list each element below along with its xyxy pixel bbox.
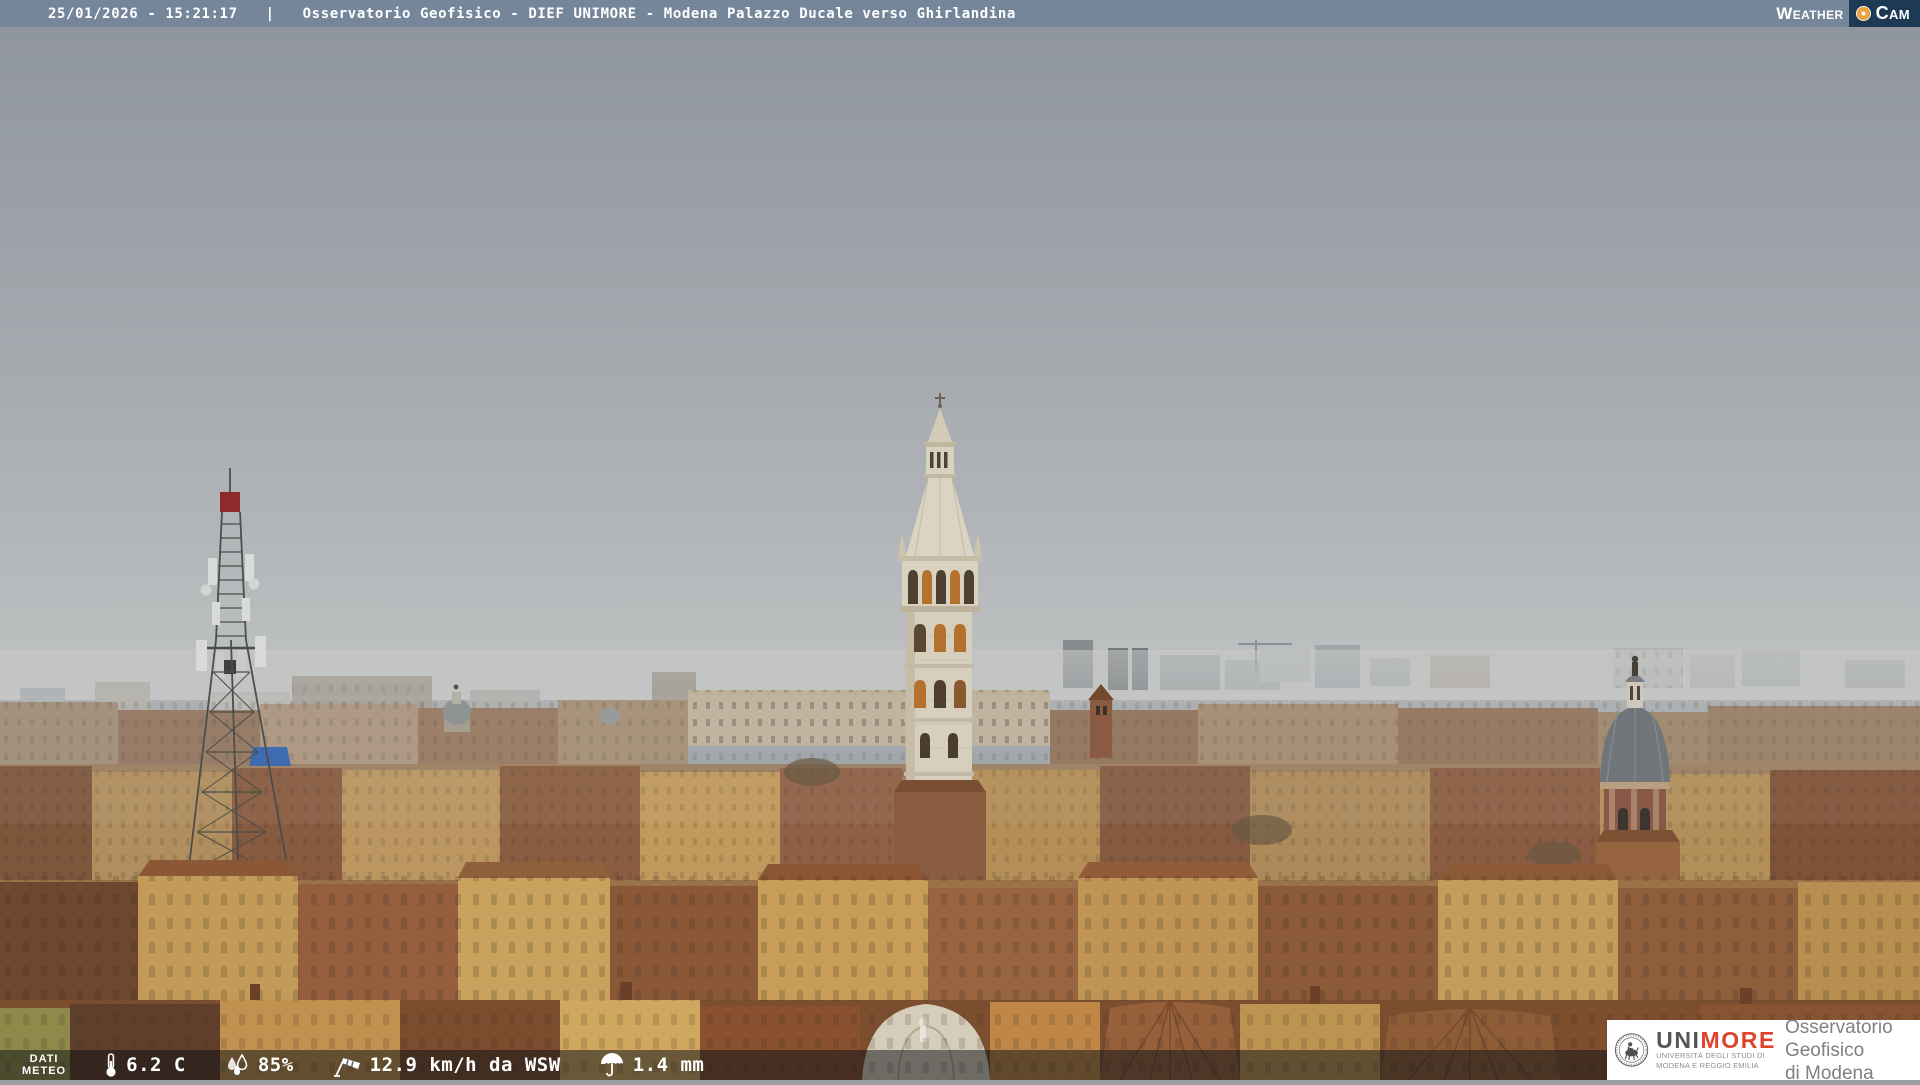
humidity-reading: 85% bbox=[224, 1053, 294, 1077]
dati-line1: DATI bbox=[29, 1053, 59, 1065]
precipitation-reading: 1.4 mm bbox=[599, 1052, 705, 1078]
webcam-page: 25/01/2026 - 15:21:17 | Osservatorio Geo… bbox=[0, 0, 1920, 1084]
precipitation-value: 1.4 mm bbox=[632, 1054, 705, 1076]
dati-meteo-label: DATI METEO bbox=[22, 1053, 66, 1077]
dati-line2: METEO bbox=[22, 1065, 67, 1077]
observatory-name-line2: di Modena bbox=[1784, 1062, 1874, 1084]
humidity-icon bbox=[227, 1053, 248, 1075]
camera-lens-icon bbox=[1855, 6, 1871, 21]
unimore-seal-icon bbox=[1614, 1033, 1649, 1067]
humidity-value: 85% bbox=[257, 1054, 294, 1076]
header-info: 25/01/2026 - 15:21:17 | Osservatorio Geo… bbox=[0, 6, 1016, 22]
unimore-logo[interactable]: UNIMORE UNIVERSITÀ DEGLI STUDI DI MODENA… bbox=[1607, 1017, 1920, 1084]
unimore-more-text: MORE bbox=[1700, 1027, 1776, 1054]
temperature-reading: 6.2 C bbox=[104, 1052, 186, 1078]
header-separator: | bbox=[265, 5, 275, 22]
wind-reading: 12.9 km/h da WSW bbox=[332, 1052, 561, 1078]
unimore-uni-text: UNI bbox=[1656, 1027, 1701, 1054]
unimore-brand: UNIMORE UNIVERSITÀ DEGLI STUDI DI MODENA… bbox=[1656, 1029, 1776, 1070]
unimore-wordmark: UNIMORE bbox=[1656, 1027, 1776, 1054]
weathercam-logo[interactable]: Weather Cam bbox=[1776, 0, 1920, 27]
small-dome-center bbox=[600, 707, 620, 725]
temperature-value: 6.2 C bbox=[126, 1054, 186, 1076]
weathercam-cam-label: Cam bbox=[1875, 3, 1910, 23]
page-title: Osservatorio Geofisico - DIEF UNIMORE - … bbox=[302, 5, 1016, 22]
thermometer-icon bbox=[106, 1053, 116, 1077]
wind-icon bbox=[333, 1058, 360, 1077]
webcam-photo bbox=[0, 0, 1920, 1080]
timestamp: 25/01/2026 - 15:21:17 bbox=[48, 5, 238, 22]
university-name-line1: UNIVERSITÀ DEGLI STUDI DI bbox=[1656, 1051, 1765, 1061]
umbrella-icon bbox=[600, 1053, 623, 1077]
observatory-name: Osservatorio Geofisico di Modena bbox=[1785, 1016, 1920, 1085]
observatory-name-line1: Osservatorio Geofisico bbox=[1784, 1016, 1893, 1061]
wind-value: 12.9 km/h da WSW bbox=[369, 1054, 561, 1076]
weathercam-weather-label: Weather bbox=[1776, 3, 1844, 23]
weathercam-cam-box: Cam bbox=[1848, 0, 1920, 27]
header-bar: 25/01/2026 - 15:21:17 | Osservatorio Geo… bbox=[0, 0, 1920, 27]
university-name-line2: MODENA E REGGIO EMILIA bbox=[1656, 1061, 1759, 1070]
city-row-c bbox=[0, 860, 1920, 1002]
